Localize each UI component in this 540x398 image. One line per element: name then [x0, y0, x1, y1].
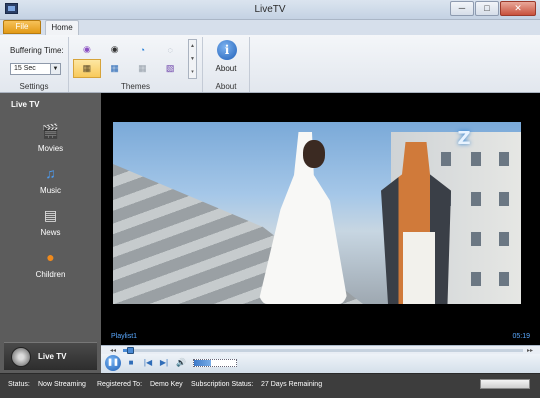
- tab-file[interactable]: File: [3, 20, 41, 34]
- video-scene-groom-legs: [403, 232, 435, 304]
- theme-option[interactable]: ◉: [73, 40, 101, 59]
- subscription-value: 27 Days Remaining: [261, 381, 323, 388]
- themes-group-label: Themes: [121, 82, 150, 91]
- seek-forward-icon[interactable]: ▸▸: [527, 347, 533, 354]
- stop-icon[interactable]: ■: [125, 357, 137, 369]
- status-label: Status:: [8, 381, 30, 388]
- film-reel-icon: [11, 347, 31, 367]
- pause-icon[interactable]: ❚❚: [105, 355, 121, 371]
- film-clapper-icon: 🎬: [41, 123, 60, 139]
- music-note-icon: ♫: [45, 165, 56, 181]
- sidebar-title: Live TV: [11, 100, 40, 109]
- theme-gallery: ◉ ◉ ◔ ◌ ▦ ▦ ▦ ▧: [73, 40, 184, 78]
- theme-gallery-scroller[interactable]: ▲ ▼ ▾: [188, 39, 197, 79]
- blue-orb-theme-icon: ◔: [139, 44, 146, 55]
- settings-group: Buffering Time: 15 Sec ▼ Settings: [0, 37, 69, 92]
- live-tv-footer-button[interactable]: Live TV: [4, 342, 97, 370]
- player-controls: ❚❚ ■ |◀ ▶| 🔊: [101, 354, 540, 373]
- title-bar: LiveTV ─ □ ✕: [0, 0, 540, 20]
- ribbon: Buffering Time: 15 Sec ▼ Settings ◉ ◉ ◔ ◌ ▦ ▦…: [0, 35, 540, 93]
- dark-orb-theme-icon: ◉: [110, 44, 119, 54]
- playlist-name[interactable]: Playlist1: [111, 333, 137, 340]
- theme-option[interactable]: ▦: [101, 59, 129, 78]
- close-button[interactable]: ✕: [500, 1, 536, 16]
- about-button-label[interactable]: About: [203, 64, 249, 73]
- seek-back-icon[interactable]: ◂◂: [110, 347, 116, 354]
- subscription-label: Subscription Status:: [191, 381, 254, 388]
- grid-gray-theme-icon: ▦: [138, 63, 147, 73]
- sidebar-item-children[interactable]: ● Children: [0, 247, 101, 279]
- grid-dark-theme-icon: ▦: [82, 63, 92, 73]
- seek-thumb[interactable]: [127, 347, 134, 354]
- player-area: Z Playlist1 05:19 ◂◂ ▸▸ ❚❚ ■ |◀ ▶| 🔊: [101, 93, 540, 373]
- info-icon[interactable]: i: [217, 40, 237, 60]
- registered-value: Demo Key: [150, 381, 183, 388]
- theme-option[interactable]: ◌: [156, 40, 184, 59]
- status-progress-box: [480, 379, 530, 389]
- theme-option[interactable]: ▧: [156, 59, 184, 78]
- purple-orb-theme-icon: ◉: [82, 44, 91, 54]
- volume-level: [194, 360, 211, 366]
- next-icon[interactable]: ▶|: [158, 357, 170, 369]
- themes-group: ◉ ◉ ◔ ◌ ▦ ▦ ▦ ▧ ▲ ▼ ▾ Themes: [69, 37, 203, 92]
- theme-option[interactable]: ◔: [129, 40, 157, 59]
- settings-group-label: Settings: [19, 82, 49, 91]
- time-display: 05:19: [512, 333, 530, 340]
- sidebar-item-news[interactable]: ▤ News: [0, 205, 101, 237]
- sidebar-item-label: Children: [35, 270, 66, 279]
- seek-track[interactable]: [123, 347, 523, 354]
- about-group-label: About: [215, 82, 237, 91]
- sidebar-item-label: News: [40, 228, 61, 237]
- theme-option[interactable]: ◉: [101, 40, 129, 59]
- seek-bar[interactable]: ◂◂ ▸▸: [101, 345, 540, 354]
- pumpkin-icon: ●: [46, 249, 55, 265]
- buffering-time-select[interactable]: 15 Sec ▼: [10, 63, 61, 75]
- video-frame[interactable]: Z: [113, 122, 521, 304]
- grid-blue-theme-icon: ▦: [110, 63, 119, 73]
- status-value: Now Streaming: [38, 381, 86, 388]
- volume-icon[interactable]: 🔊: [175, 357, 187, 369]
- playlist-row: Playlist1 05:19: [101, 333, 540, 344]
- footer-label: Live TV: [38, 352, 67, 361]
- video-scene-bride-head: [303, 140, 325, 168]
- ribbon-tabstrip: File Home: [0, 20, 540, 35]
- window-controls: ─ □ ✕: [450, 1, 536, 16]
- theme-option[interactable]: ▦: [129, 59, 157, 78]
- sidebar-item-music[interactable]: ♫ Music: [0, 163, 101, 195]
- picture-theme-icon: ▧: [165, 63, 175, 73]
- minimize-button[interactable]: ─: [450, 1, 474, 16]
- maximize-button[interactable]: □: [475, 1, 499, 16]
- chevron-down-icon[interactable]: ▼: [50, 64, 60, 74]
- sidebar-item-movies[interactable]: 🎬 Movies: [0, 121, 101, 153]
- volume-slider[interactable]: [193, 359, 237, 367]
- sidebar-item-label: Music: [40, 186, 61, 195]
- about-group: i About About: [203, 37, 250, 92]
- sidebar: Live TV 🎬 Movies ♫ Music ▤ News ● Children Live…: [0, 93, 101, 373]
- buffering-time-value: 15 Sec: [14, 65, 36, 72]
- theme-option[interactable]: ▦: [73, 59, 101, 78]
- status-bar: Status: Now Streaming Registered To: Dem…: [0, 373, 540, 398]
- registered-label: Registered To:: [97, 381, 143, 388]
- tab-home[interactable]: Home: [45, 20, 79, 35]
- newspaper-icon: ▤: [43, 207, 58, 223]
- buffering-time-label: Buffering Time:: [10, 46, 64, 55]
- channel-logo: Z: [457, 128, 471, 149]
- sidebar-item-label: Movies: [37, 144, 64, 153]
- previous-icon[interactable]: |◀: [142, 357, 154, 369]
- gray-orb-theme-icon: ◌: [167, 44, 173, 55]
